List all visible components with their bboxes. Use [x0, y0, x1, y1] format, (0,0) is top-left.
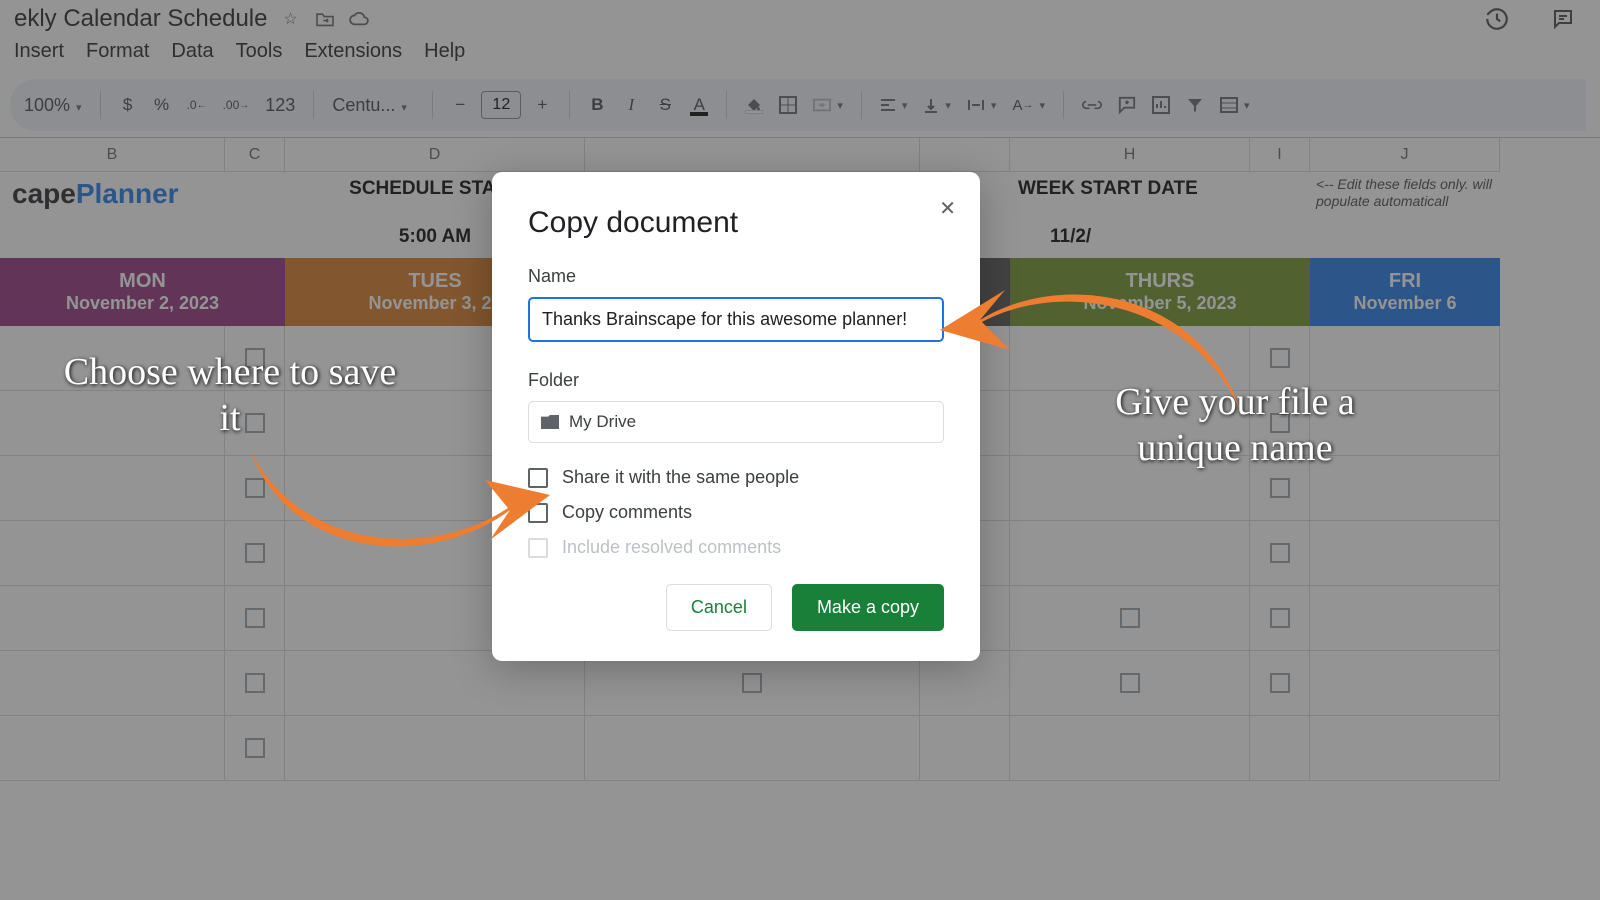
name-input[interactable]	[528, 297, 944, 342]
copy-comments-option[interactable]: Copy comments	[528, 502, 944, 523]
folder-icon	[541, 415, 559, 429]
cancel-button[interactable]: Cancel	[666, 584, 772, 631]
make-a-copy-button[interactable]: Make a copy	[792, 584, 944, 631]
share-same-people-option[interactable]: Share it with the same people	[528, 467, 944, 488]
annotation-save-location: Choose where to save it	[60, 350, 400, 441]
folder-value: My Drive	[569, 412, 636, 432]
close-icon[interactable]: ✕	[939, 196, 956, 221]
dialog-title: Copy document	[528, 206, 944, 240]
arrow-right-icon	[940, 250, 1260, 435]
name-label: Name	[528, 266, 944, 287]
dialog-actions: Cancel Make a copy	[528, 584, 944, 631]
folder-picker[interactable]: My Drive	[528, 401, 944, 443]
folder-label: Folder	[528, 370, 944, 391]
copy-document-dialog: Copy document ✕ Name Folder My Drive Sha…	[492, 172, 980, 661]
include-resolved-option: Include resolved comments	[528, 537, 944, 558]
arrow-left-icon	[230, 440, 550, 585]
